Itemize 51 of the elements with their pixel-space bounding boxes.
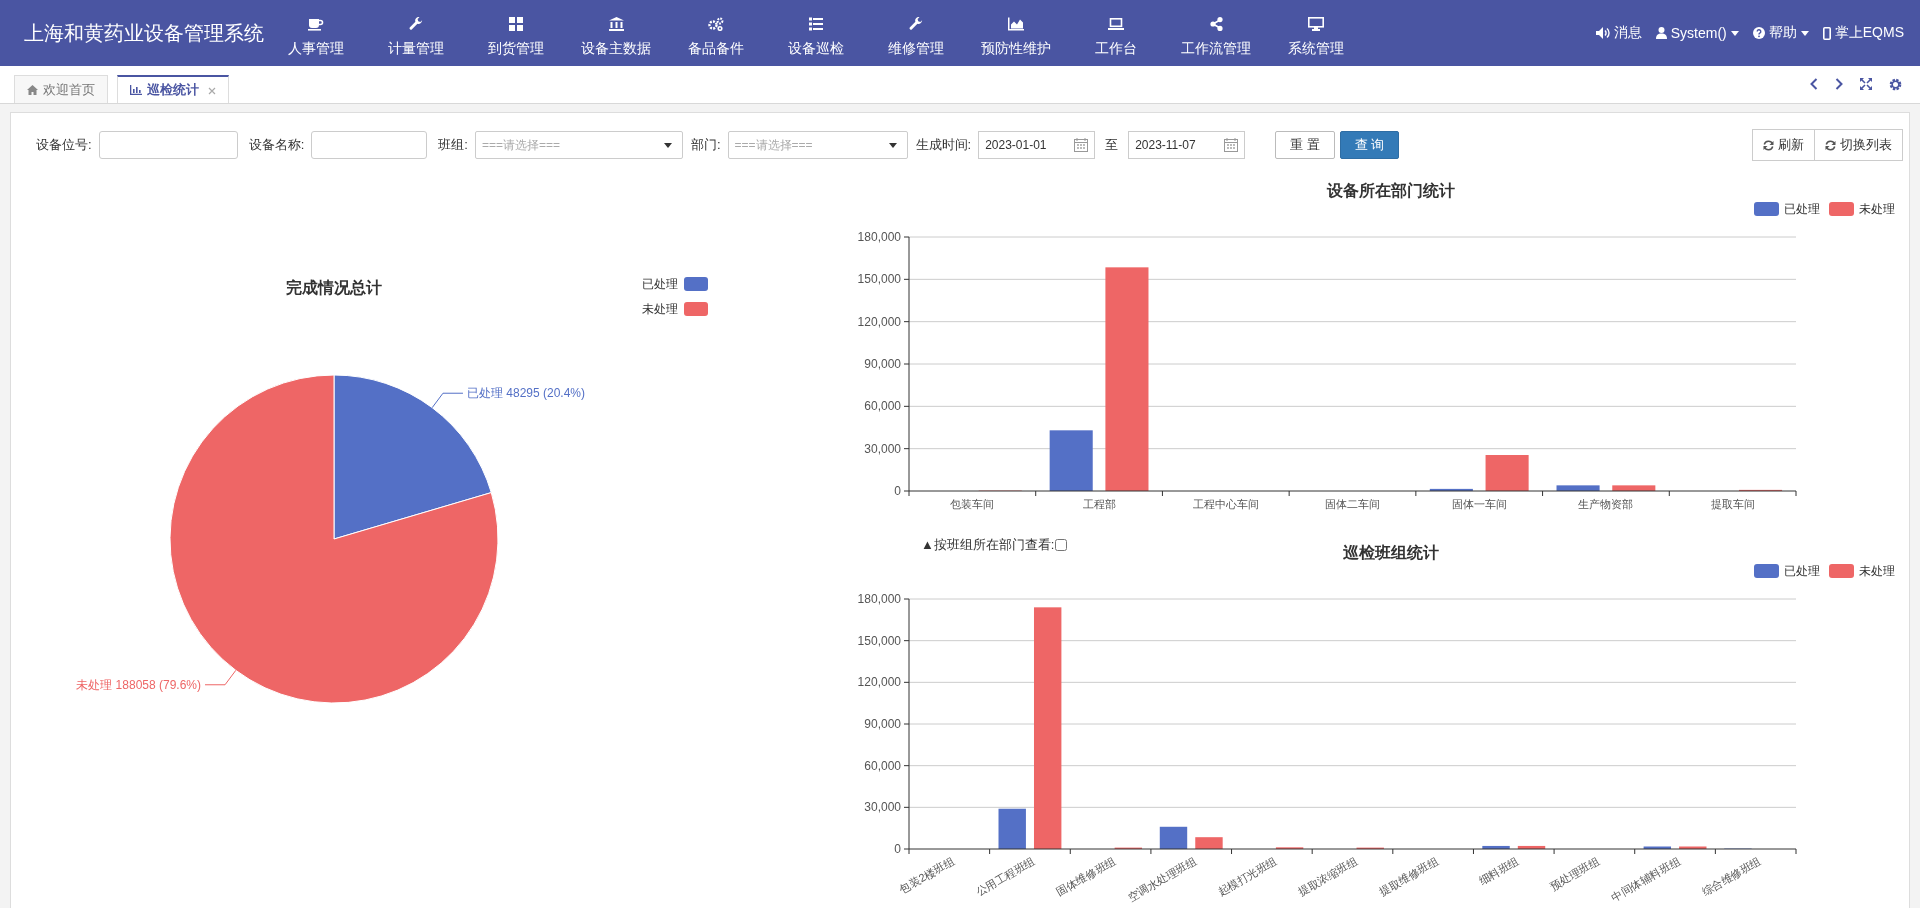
axis-tick-label: 180,000: [857, 592, 901, 606]
axis-tick-label: 0: [894, 484, 901, 498]
range-separator: 至: [1105, 136, 1119, 154]
axis-tick-label: 150,000: [857, 633, 901, 648]
axis-category-label: 提取维修班组: [1377, 854, 1441, 898]
axis-tick-label: 60,000: [864, 399, 901, 414]
legend-label: 未处理: [1859, 202, 1895, 216]
axis-category-label: 固体维修班组: [1054, 854, 1118, 898]
axis-tick-label: 120,000: [857, 314, 901, 329]
filter-label: 设备名称:: [248, 136, 305, 154]
axis-category-label: 提取浓缩班组: [1296, 854, 1360, 898]
axis-category-label: 细料班组: [1476, 854, 1521, 887]
axis-category-label: 包装2楼班组: [897, 854, 957, 896]
legend-label: 已处理: [1784, 202, 1820, 216]
axis-tick-label: 120,000: [857, 675, 901, 690]
axis-category-label: 预处理班组: [1547, 854, 1602, 893]
chart-title: 巡检班组统计: [1343, 544, 1439, 561]
axis-category-label: 中间体辅料班组: [1609, 854, 1683, 904]
filter-label: 设备位号:: [36, 136, 92, 154]
axis-tick-label: 30,000: [864, 800, 901, 815]
chart-title: 设备所在部门统计: [1327, 182, 1455, 199]
axis-category-label: 提取车间: [1710, 498, 1755, 510]
axis-category-label: 生产物资部: [1578, 498, 1634, 510]
axis-category-label: 工程部: [1082, 498, 1116, 510]
axis-category-label: 包装车间: [950, 498, 995, 510]
slice-label: 未处理 188058 (79.6%): [76, 677, 202, 692]
app-title: 上海和黄药业设备管理系统: [23, 20, 265, 46]
filter-label: 生成时间:: [915, 136, 972, 154]
axis-tick-label: 180,000: [857, 230, 901, 244]
slice-label: 已处理 48295 (20.4%): [466, 386, 586, 401]
toggle-label: ▲按班组所在部门查看:: [921, 536, 1055, 554]
legend-label: 未处理: [642, 302, 678, 316]
legend-label: 未处理: [1859, 564, 1895, 578]
axis-category-label: 起模打光班组: [1215, 854, 1279, 898]
axis-tick-label: 90,000: [864, 717, 901, 731]
axis-category-label: 固体二车间: [1325, 498, 1380, 510]
filter-label: 班组:: [438, 136, 468, 154]
axis-tick-label: 150,000: [857, 272, 901, 287]
axis-tick-label: 30,000: [864, 441, 901, 456]
axis-category-label: 空调水处理班组: [1125, 854, 1199, 904]
axis-category-label: 固体一车间: [1451, 498, 1507, 510]
axis-tick-label: 90,000: [864, 357, 901, 371]
axis-category-label: 工程中心车间: [1192, 498, 1259, 510]
filter-label: 部门:: [690, 136, 721, 154]
axis-category-label: 综合维修班组: [1699, 854, 1763, 898]
axis-tick-label: 0: [894, 842, 901, 856]
axis-category-label: 公用工程班组: [973, 854, 1037, 898]
axis-tick-label: 60,000: [864, 758, 901, 773]
chart-title: 完成情况总计: [286, 279, 382, 296]
legend-label: 已处理: [1784, 564, 1820, 578]
legend-label: 已处理: [642, 277, 678, 291]
